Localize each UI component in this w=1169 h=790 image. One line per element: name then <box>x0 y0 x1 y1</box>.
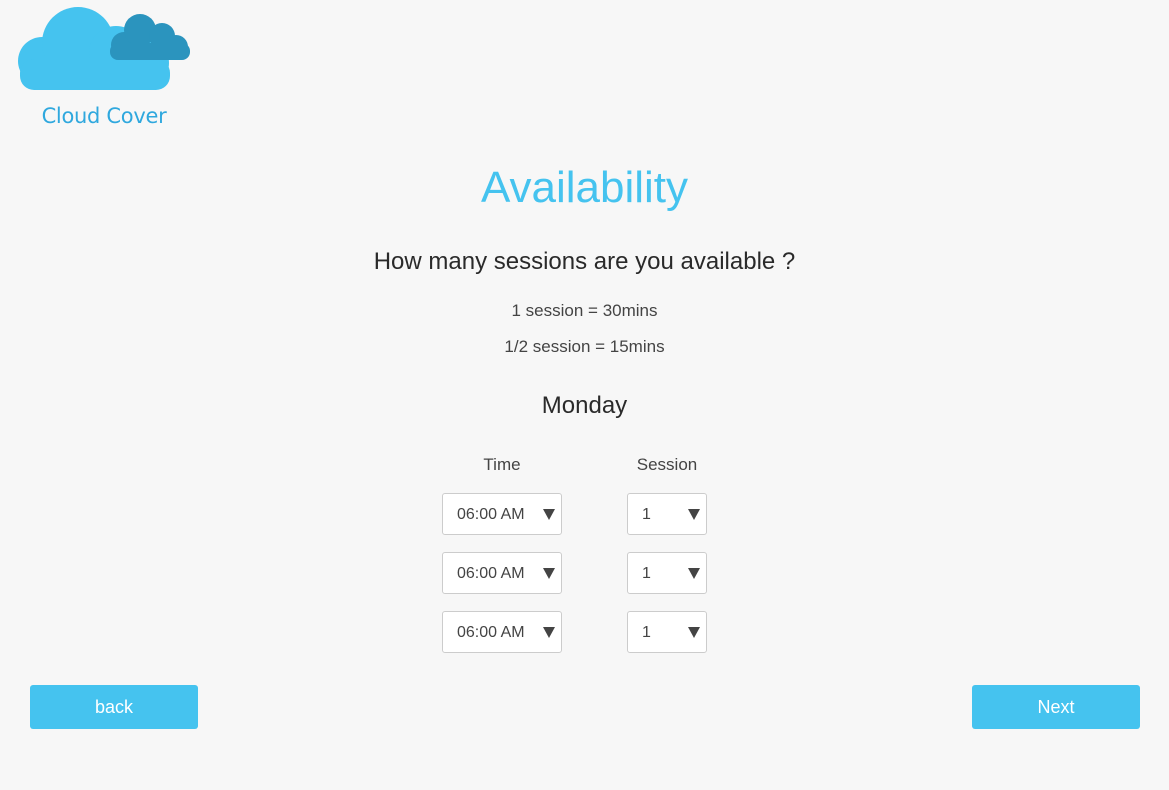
session-select[interactable]: 1 <box>627 493 707 535</box>
time-select[interactable]: 06:00 AM <box>442 611 562 653</box>
page-title: Availability <box>480 163 689 212</box>
session-note: 1 session = 30mins <box>511 301 658 320</box>
dropdown-arrow-icon <box>543 509 555 520</box>
brand-name: Cloud Cover <box>41 104 167 128</box>
day-heading: Monday <box>541 392 628 419</box>
back-button[interactable]: back <box>30 685 198 729</box>
time-select-value: 06:00 AM <box>457 624 525 641</box>
next-button[interactable]: Next <box>972 685 1140 729</box>
session-column-header: Session <box>636 455 698 474</box>
time-select[interactable]: 06:00 AM <box>442 493 562 535</box>
brand-logo: Cloud Cover <box>16 3 196 133</box>
session-select[interactable]: 1 <box>627 611 707 653</box>
half-session-note: 1/2 session = 15mins <box>504 337 665 356</box>
time-column-header: Time <box>483 455 521 474</box>
time-select-value: 06:00 AM <box>457 506 525 523</box>
dropdown-arrow-icon <box>688 627 700 638</box>
question-text: How many sessions are you available ? <box>373 248 796 275</box>
cloud-logo-icon <box>18 7 190 90</box>
time-select[interactable]: 06:00 AM <box>442 552 562 594</box>
dropdown-arrow-icon <box>688 568 700 579</box>
session-select-value: 1 <box>642 506 651 523</box>
dropdown-arrow-icon <box>543 627 555 638</box>
dropdown-arrow-icon <box>688 509 700 520</box>
session-select[interactable]: 1 <box>627 552 707 594</box>
time-select-value: 06:00 AM <box>457 565 525 582</box>
session-select-value: 1 <box>642 624 651 641</box>
session-select-value: 1 <box>642 565 651 582</box>
dropdown-arrow-icon <box>543 568 555 579</box>
